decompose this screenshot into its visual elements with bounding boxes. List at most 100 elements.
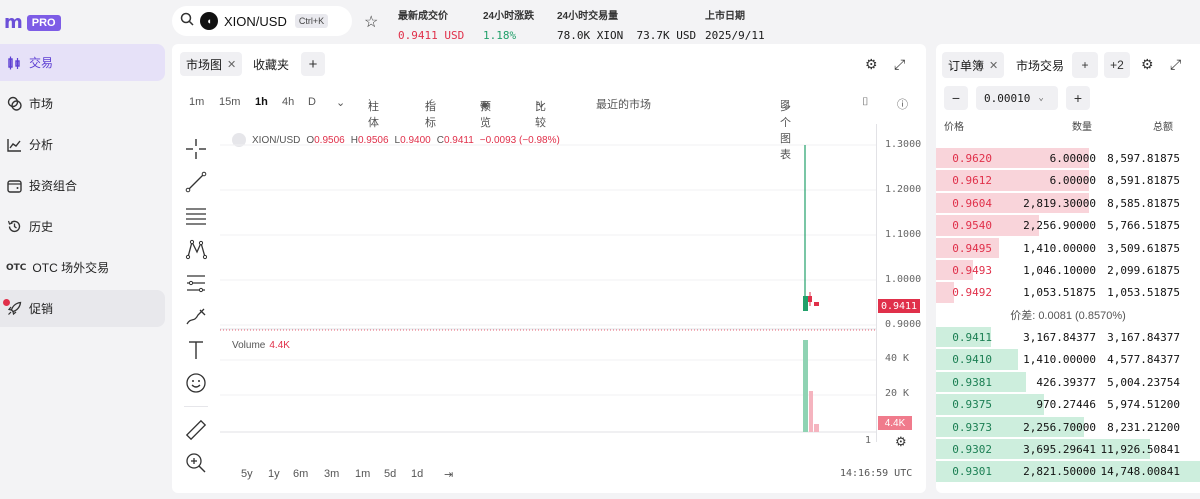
timeframe-d[interactable]: D	[308, 96, 316, 108]
tab-market-trades[interactable]: 市场交易	[1010, 52, 1070, 78]
volume-tick: 40 K	[885, 353, 910, 364]
xion-coin-icon: ◖	[200, 12, 218, 30]
price-cell: 0.9604	[952, 196, 992, 210]
chart-settings-icon[interactable]: ⚙	[895, 434, 907, 450]
price-cell: 0.9373	[952, 420, 992, 434]
top-header: ◖ XION/USD Ctrl+K ☆ 最新成交价 0.9411 USD 24小…	[170, 0, 1200, 44]
total-cell: 1,053.51875	[1107, 286, 1180, 300]
utc-clock[interactable]: 14:16:59 UTC	[840, 468, 912, 479]
close-icon[interactable]: ✕	[989, 59, 998, 72]
pair-search[interactable]: ◖ XION/USD Ctrl+K	[172, 6, 352, 36]
bid-row[interactable]: 0.9410 1,410.00000 4,577.84377	[936, 348, 1200, 370]
total-cell: 8,591.81875	[1107, 174, 1180, 188]
ruler-icon[interactable]	[180, 413, 212, 447]
range-6m[interactable]: 6m	[293, 468, 308, 480]
camera-icon[interactable]: ⌷	[862, 96, 869, 109]
sidebar-item-portfolio[interactable]: 投资组合	[0, 167, 165, 204]
chart-line-icon	[6, 137, 22, 153]
price-tick: 1.1000	[885, 229, 922, 240]
timeframe-1h[interactable]: 1h	[255, 96, 268, 108]
text-icon[interactable]	[180, 333, 212, 367]
range-1m[interactable]: 1m	[355, 468, 370, 480]
time-axis-label: 1	[865, 435, 872, 446]
price-cell: 0.9540	[952, 219, 992, 233]
timeframe-4h[interactable]: 4h	[282, 96, 294, 108]
help-icon[interactable]: ⓘ	[897, 96, 908, 112]
qty-cell: 2,256.70000	[1023, 420, 1096, 434]
date-range-icon[interactable]: ⇥	[444, 468, 453, 481]
bid-row[interactable]: 0.9373 2,256.70000 8,231.21200	[936, 416, 1200, 438]
ask-row[interactable]: 0.9540 2,256.90000 5,766.51875	[936, 214, 1200, 236]
ask-row[interactable]: 0.9620 6.00000 8,597.81875	[936, 147, 1200, 169]
timeframe-1m[interactable]: 1m	[189, 96, 204, 108]
tick-size-select[interactable]: 0.00010 ⌄	[976, 86, 1058, 110]
brush-icon[interactable]	[180, 300, 212, 334]
qty-cell: 970.27446	[1036, 398, 1096, 412]
ask-row[interactable]: 0.9612 6.00000 8,591.81875	[936, 169, 1200, 191]
ask-row[interactable]: 0.9604 2,819.30000 8,585.81875	[936, 192, 1200, 214]
bid-row[interactable]: 0.9301 2,821.50000 14,748.00841	[936, 460, 1200, 482]
add-tab-button[interactable]: +	[1072, 52, 1098, 78]
range-5d[interactable]: 5d	[384, 468, 396, 480]
horizontal-lines-icon[interactable]	[180, 199, 212, 233]
expand-icon[interactable]: ⤢	[894, 56, 905, 73]
bid-row[interactable]: 0.9375 970.27446 5,974.51200	[936, 393, 1200, 415]
increase-tick-button[interactable]: +	[1066, 86, 1090, 110]
otc-icon: OTC	[6, 262, 27, 273]
price-axis[interactable]: 1.3000 1.2000 1.1000 1.0000 0.9411 0.900…	[865, 124, 926, 449]
ask-row[interactable]: 0.9495 1,410.00000 3,509.61875	[936, 237, 1200, 259]
sidebar-item-label: 投资组合	[29, 179, 78, 193]
tab-favorites[interactable]: 收藏夹	[247, 52, 295, 76]
tab-order-book[interactable]: 订单簿 ✕	[942, 52, 1005, 78]
ask-row[interactable]: 0.9492 1,053.51875 1,053.51875	[936, 281, 1200, 303]
timeframe-15m[interactable]: 15m	[219, 96, 240, 108]
logo[interactable]: m PRO	[4, 12, 61, 33]
sidebar-item-markets[interactable]: 市场	[0, 85, 165, 122]
recent-markets-button[interactable]: 最近的市场	[596, 96, 651, 112]
emoji-icon[interactable]	[180, 367, 212, 401]
settings-gear-icon[interactable]: ⚙	[1141, 56, 1154, 73]
range-5y[interactable]: 5y	[241, 468, 253, 480]
fib-levels-icon[interactable]	[180, 266, 212, 300]
add-tab-button[interactable]: +	[301, 52, 325, 76]
favorite-star-icon[interactable]: ☆	[364, 12, 378, 32]
sidebar-item-history[interactable]: 历史	[0, 208, 165, 245]
crosshair-icon[interactable]	[180, 132, 212, 166]
more-tabs-button[interactable]: +2	[1104, 52, 1130, 78]
range-1d[interactable]: 1d	[411, 468, 423, 480]
tab-label: 收藏夹	[253, 57, 290, 72]
qty-cell: 1,410.00000	[1023, 353, 1096, 367]
trend-line-icon[interactable]	[180, 166, 212, 200]
decrease-tick-button[interactable]: −	[944, 86, 968, 110]
volume-tick: 20 K	[885, 388, 910, 399]
bid-row[interactable]: 0.9411 3,167.84377 3,167.84377	[936, 326, 1200, 348]
chevron-down-icon[interactable]: ⌄	[336, 96, 345, 109]
qty-cell: 1,053.51875	[1023, 286, 1096, 300]
sidebar-item-promotions[interactable]: 促销	[0, 290, 165, 327]
range-1y[interactable]: 1y	[268, 468, 280, 480]
volume-legend-value: 4.4K	[269, 340, 290, 351]
sidebar-item-label: 交易	[29, 56, 54, 70]
price-chart[interactable]	[220, 124, 876, 442]
close-icon[interactable]: ✕	[227, 58, 236, 71]
ask-row[interactable]: 0.9493 1,046.10000 2,099.61875	[936, 259, 1200, 281]
sidebar-item-trade[interactable]: 交易	[0, 44, 165, 81]
range-3m[interactable]: 3m	[324, 468, 339, 480]
tab-market-chart[interactable]: 市场图 ✕	[180, 52, 243, 76]
bid-row[interactable]: 0.9302 3,695.29641 11,926.50841	[936, 438, 1200, 460]
candle-body-down	[814, 302, 819, 306]
settings-gear-icon[interactable]: ⚙	[865, 56, 878, 73]
expand-icon[interactable]: ⤢	[1170, 56, 1181, 73]
pro-badge: PRO	[26, 14, 61, 31]
qty-cell: 2,821.50000	[1023, 465, 1096, 479]
zoom-in-icon[interactable]	[180, 447, 212, 481]
qty-column-header: 数量	[1072, 122, 1092, 133]
bid-row[interactable]: 0.9381 426.39377 5,004.23754	[936, 371, 1200, 393]
sidebar-item-analysis[interactable]: 分析	[0, 126, 165, 163]
pattern-icon[interactable]	[180, 233, 212, 267]
sidebar-item-otc[interactable]: OTC OTC 场外交易	[0, 249, 165, 286]
candles-icon	[6, 55, 22, 71]
price-cell: 0.9411	[952, 331, 992, 344]
price-cell: 0.9493	[952, 264, 992, 277]
stat-label: 24小时涨跌	[483, 11, 535, 22]
